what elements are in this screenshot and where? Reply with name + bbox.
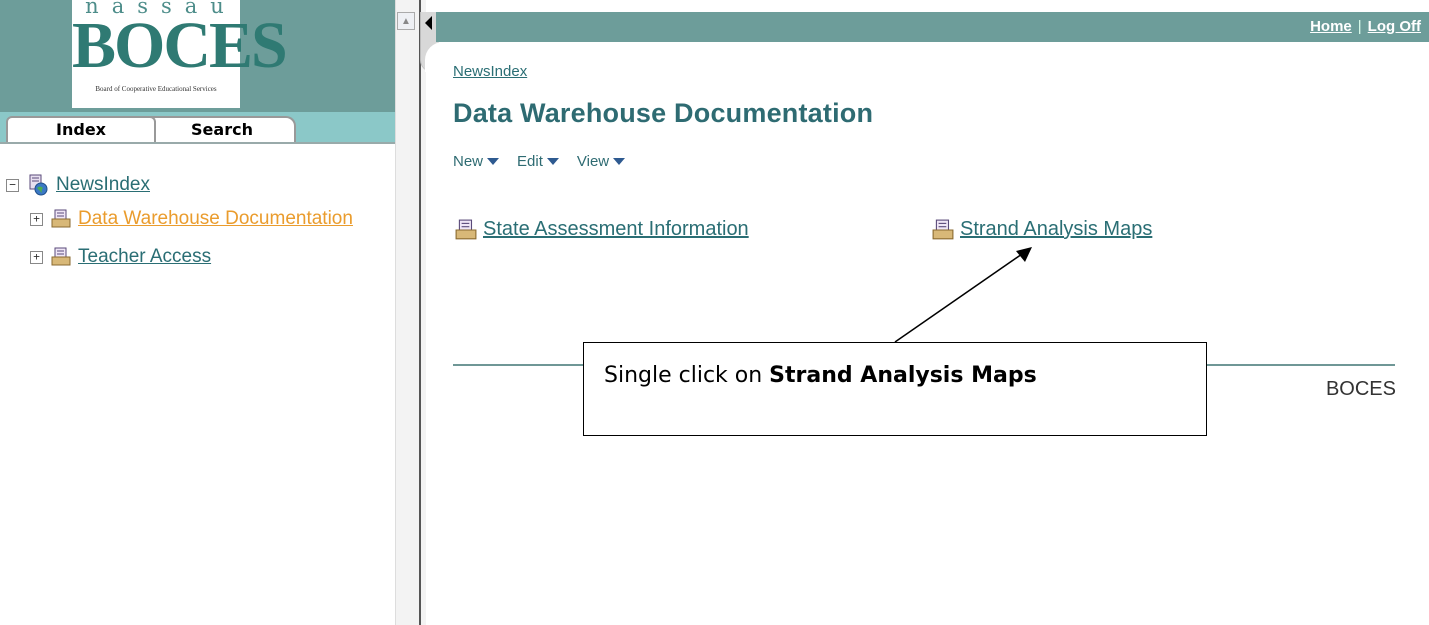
expand-toggle-icon[interactable]: + <box>30 250 43 264</box>
collapse-arrow-icon <box>425 16 432 30</box>
tab-bar: Search Index <box>0 112 395 144</box>
footer-divider <box>1207 364 1395 366</box>
globe-document-icon <box>29 174 48 196</box>
chevron-down-icon <box>546 158 559 165</box>
document-folder-icon <box>51 247 71 266</box>
link-separator: | <box>1357 18 1362 35</box>
chevron-down-icon <box>613 158 626 165</box>
menu-view[interactable]: View <box>576 153 626 170</box>
callout-bold: Strand Analysis Maps <box>769 363 1037 388</box>
tree-link-newsindex[interactable]: NewsIndex <box>56 174 150 196</box>
log-off-link[interactable]: Log Off <box>1368 18 1421 35</box>
breadcrumb[interactable]: NewsIndex <box>453 63 527 80</box>
instruction-callout: Single click on Strand Analysis Maps <box>583 342 1207 436</box>
logo-sub-text: Board of Cooperative Educational Service… <box>95 85 217 93</box>
callout-arrow <box>894 247 1032 343</box>
footer-brand: BOCES <box>1325 378 1396 400</box>
left-pane: nassau BOCES Board of Cooperative Educat… <box>0 0 395 625</box>
expand-toggle-icon[interactable]: + <box>30 212 43 226</box>
splitter-line <box>419 0 421 625</box>
tree-node-teacher-access: + Teacher Access <box>30 244 211 270</box>
pane-splitter[interactable]: ▲ <box>395 0 439 625</box>
doc-item-state-assessment: State Assessment Information <box>455 218 749 241</box>
tree-link-data-warehouse[interactable]: Data Warehouse Documentation <box>78 208 353 230</box>
document-folder-icon <box>51 209 71 228</box>
boces-logo: nassau BOCES Board of Cooperative Educat… <box>72 0 288 108</box>
logo-band: nassau BOCES Board of Cooperative Educat… <box>0 0 395 112</box>
state-assessment-link[interactable]: State Assessment Information <box>483 218 749 241</box>
home-link[interactable]: Home <box>1310 18 1352 35</box>
collapse-toggle-icon[interactable]: − <box>6 178 19 192</box>
menu-new[interactable]: New <box>453 153 500 170</box>
footer-divider <box>453 364 583 366</box>
chevron-down-icon <box>487 158 500 165</box>
document-folder-icon <box>455 219 477 239</box>
scroll-up-icon[interactable]: ▲ <box>397 12 415 30</box>
menu-edit[interactable]: Edit <box>517 153 559 170</box>
tab-index[interactable]: Index <box>6 116 156 142</box>
menu-edit-label: Edit <box>517 153 543 170</box>
tab-search[interactable]: Search <box>148 116 296 142</box>
menu-new-label: New <box>453 153 484 170</box>
tree-node-newsindex: − NewsIndex <box>6 172 150 198</box>
page-title: Data Warehouse Documentation <box>453 98 874 128</box>
action-menu: New Edit View <box>453 153 626 170</box>
header-bar: Home | Log Off <box>436 12 1429 42</box>
menu-view-label: View <box>576 153 610 170</box>
tree-node-data-warehouse: + Data Warehouse Documentation <box>30 206 353 232</box>
top-links: Home | Log Off <box>1310 18 1421 35</box>
callout-text: Single click on Strand Analysis Maps <box>604 363 1037 388</box>
tree-link-teacher-access[interactable]: Teacher Access <box>78 246 211 268</box>
callout-prefix: Single click on <box>604 363 770 388</box>
logo-main-text: BOCES <box>72 9 288 82</box>
